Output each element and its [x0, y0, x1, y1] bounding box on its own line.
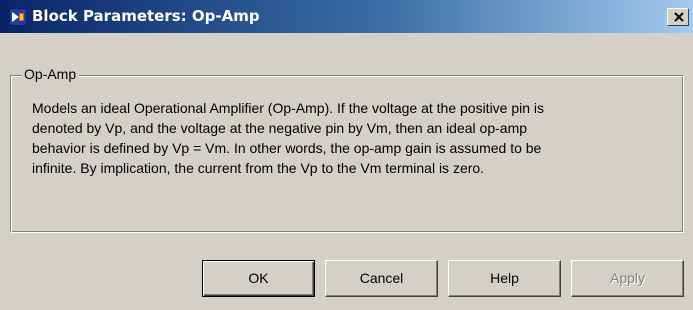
groupbox-label: Op-Amp: [22, 65, 80, 83]
close-button[interactable]: [667, 8, 689, 26]
description-line: denoted by Vp, and the voltage at the ne…: [32, 120, 528, 136]
help-button[interactable]: Help: [448, 260, 561, 297]
title-bar[interactable]: Block Parameters: Op-Amp: [0, 0, 693, 33]
description-line: infinite. By implication, the current fr…: [32, 160, 485, 176]
cancel-button[interactable]: Cancel: [325, 260, 438, 297]
window-title: Block Parameters: Op-Amp: [32, 7, 260, 25]
simulink-block-icon: [9, 8, 27, 26]
apply-button[interactable]: Apply: [571, 260, 684, 297]
dialog-window: Block Parameters: Op-Amp Op-Amp Models a…: [0, 0, 693, 310]
close-icon: [674, 12, 684, 22]
description-line: behavior is defined by Vp = Vm. In other…: [32, 140, 542, 156]
ok-button[interactable]: OK: [202, 260, 315, 297]
description-line: Models an ideal Operational Amplifier (O…: [32, 100, 545, 116]
block-description: Models an ideal Operational Amplifier (O…: [32, 98, 677, 178]
